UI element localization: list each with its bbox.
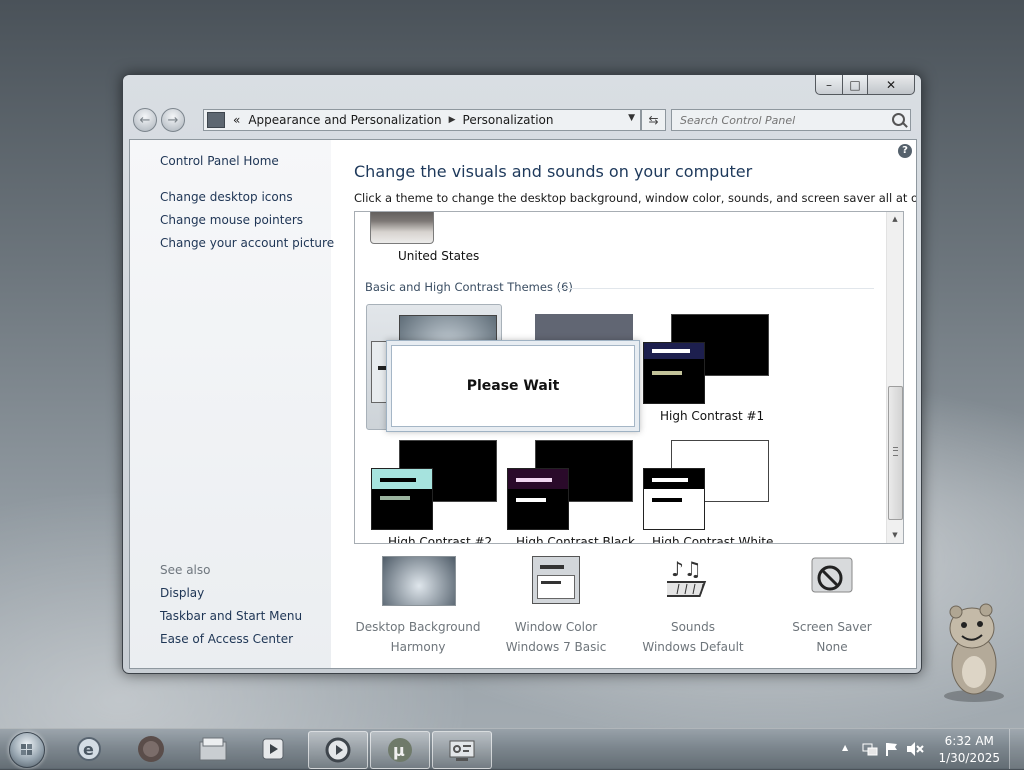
show-desktop-button[interactable]	[1009, 729, 1024, 769]
see-also-header: See also	[160, 563, 211, 577]
taskbar-control-panel[interactable]	[432, 731, 492, 769]
back-button[interactable]: ←	[133, 108, 157, 132]
ease-of-access-link[interactable]: Ease of Access Center	[160, 632, 293, 646]
sounds-icon[interactable]: ♪♫	[656, 554, 719, 604]
control-panel-icon	[449, 740, 475, 761]
desktop-gadget-icon[interactable]	[936, 600, 1010, 704]
page-title: Change the visuals and sounds on your co…	[354, 162, 753, 181]
system-tray: ▲ 6:32 AM 1/30/2025	[834, 729, 1024, 769]
left-pane: Control Panel Home Change desktop icons …	[130, 140, 334, 668]
group-header: Basic and High Contrast Themes (6)	[365, 280, 573, 294]
clock[interactable]: 6:32 AM 1/30/2025	[938, 733, 1000, 767]
theme-high-contrast-2-window[interactable]	[371, 468, 433, 530]
action-center-flag-icon[interactable]	[884, 741, 900, 757]
theme-high-contrast-1-label[interactable]: High Contrast #1	[660, 409, 764, 423]
group-divider	[558, 288, 874, 289]
clock-date[interactable]: 1/30/2025	[938, 750, 1000, 767]
svg-text:♪♫: ♪♫	[671, 557, 702, 581]
please-wait-dialog: Please Wait	[386, 340, 640, 432]
window-color-value[interactable]: Windows 7 Basic	[486, 640, 626, 654]
scroll-thumb[interactable]	[888, 386, 903, 520]
theme-high-contrast-white-label[interactable]: High Contrast White	[652, 535, 773, 543]
theme-united-states-label[interactable]: United States	[398, 249, 479, 263]
address-dropdown-icon[interactable]: ▼	[628, 113, 635, 123]
taskbar: e µ ▲ 6:32 AM 1/30/2025	[0, 728, 1024, 769]
network-icon[interactable]	[862, 741, 878, 757]
sounds-label[interactable]: Sounds	[623, 620, 763, 634]
svg-text:e: e	[83, 740, 94, 759]
screen-saver-icon[interactable]	[808, 554, 858, 604]
utorrent-icon: µ	[388, 738, 412, 762]
desktop-background-label[interactable]: Desktop Background	[348, 620, 488, 634]
taskbar-internet-explorer[interactable]: e	[60, 731, 118, 767]
search-input[interactable]	[678, 112, 882, 128]
page-subtitle: Click a theme to change the desktop back…	[354, 191, 917, 205]
close-button[interactable]: ✕	[868, 75, 915, 95]
scroll-up-icon[interactable]: ▲	[887, 212, 903, 226]
media-player-icon	[262, 738, 284, 760]
window-color-label[interactable]: Window Color	[486, 620, 626, 634]
address-bar[interactable]: « Appearance and Personalization ▶ Perso…	[203, 109, 641, 131]
help-icon[interactable]: ?	[898, 144, 912, 158]
control-panel-home-link[interactable]: Control Panel Home	[160, 154, 279, 168]
breadcrumb-personalization[interactable]: Personalization	[463, 113, 554, 127]
desktop-background-icon[interactable]	[382, 556, 456, 606]
volume-muted-icon[interactable]	[906, 741, 924, 757]
theme-high-contrast-white-window[interactable]	[643, 468, 705, 530]
taskbar-pinned-app[interactable]	[308, 731, 368, 769]
change-account-picture-link[interactable]: Change your account picture	[160, 236, 334, 250]
tray-expand-icon[interactable]: ▲	[842, 743, 848, 752]
windows-logo-icon	[21, 744, 32, 755]
taskbar-utorrent[interactable]: µ	[370, 731, 430, 769]
scroll-down-icon[interactable]: ▼	[887, 528, 903, 542]
caption-buttons: – □ ✕	[815, 75, 915, 95]
window-color-icon[interactable]	[532, 556, 580, 604]
minimize-button[interactable]: –	[815, 75, 843, 95]
refresh-button[interactable]: ⇆	[641, 109, 666, 131]
screen-saver-label[interactable]: Screen Saver	[762, 620, 902, 634]
taskbar-start-menu-link[interactable]: Taskbar and Start Menu	[160, 609, 302, 623]
please-wait-text: Please Wait	[391, 345, 635, 427]
theme-united-states-thumbnail[interactable]	[370, 212, 434, 244]
theme-list-scrollbar[interactable]: ▲ ▼	[886, 212, 903, 543]
theme-high-contrast-black-label[interactable]: High Contrast Black	[516, 535, 635, 543]
firefox-icon	[138, 736, 164, 762]
forward-button[interactable]: →	[161, 108, 185, 132]
desktop-background-value[interactable]: Harmony	[348, 640, 488, 654]
breadcrumb-separator-icon[interactable]: ▶	[449, 115, 456, 125]
change-desktop-icons-link[interactable]: Change desktop icons	[160, 190, 293, 204]
control-panel-icon	[207, 112, 225, 128]
taskbar-media-player[interactable]	[244, 731, 302, 767]
clock-time[interactable]: 6:32 AM	[938, 733, 1000, 750]
app-icon	[325, 737, 351, 763]
theme-settings-row: Desktop Background Harmony Window Color …	[331, 552, 916, 668]
sounds-value[interactable]: Windows Default	[623, 640, 763, 654]
breadcrumb-appearance[interactable]: Appearance and Personalization	[248, 113, 441, 127]
search-box[interactable]	[671, 109, 911, 131]
taskbar-file-explorer[interactable]	[184, 731, 242, 767]
breadcrumb-prefix[interactable]: «	[233, 113, 240, 127]
taskbar-firefox[interactable]	[122, 731, 180, 767]
theme-high-contrast-black-window[interactable]	[507, 468, 569, 530]
change-mouse-pointers-link[interactable]: Change mouse pointers	[160, 213, 303, 227]
internet-explorer-icon: e	[77, 737, 101, 761]
search-icon[interactable]	[892, 113, 905, 126]
svg-text:µ: µ	[393, 741, 405, 760]
screen-saver-value[interactable]: None	[762, 640, 902, 654]
maximize-button[interactable]: □	[843, 75, 868, 95]
theme-high-contrast-1-window[interactable]	[643, 342, 705, 404]
navigation-bar: ← → « Appearance and Personalization ▶ P…	[123, 101, 921, 137]
file-explorer-icon	[199, 737, 227, 761]
start-button[interactable]	[9, 732, 45, 768]
display-link[interactable]: Display	[160, 586, 204, 600]
theme-high-contrast-2-label[interactable]: High Contrast #2	[388, 535, 492, 543]
